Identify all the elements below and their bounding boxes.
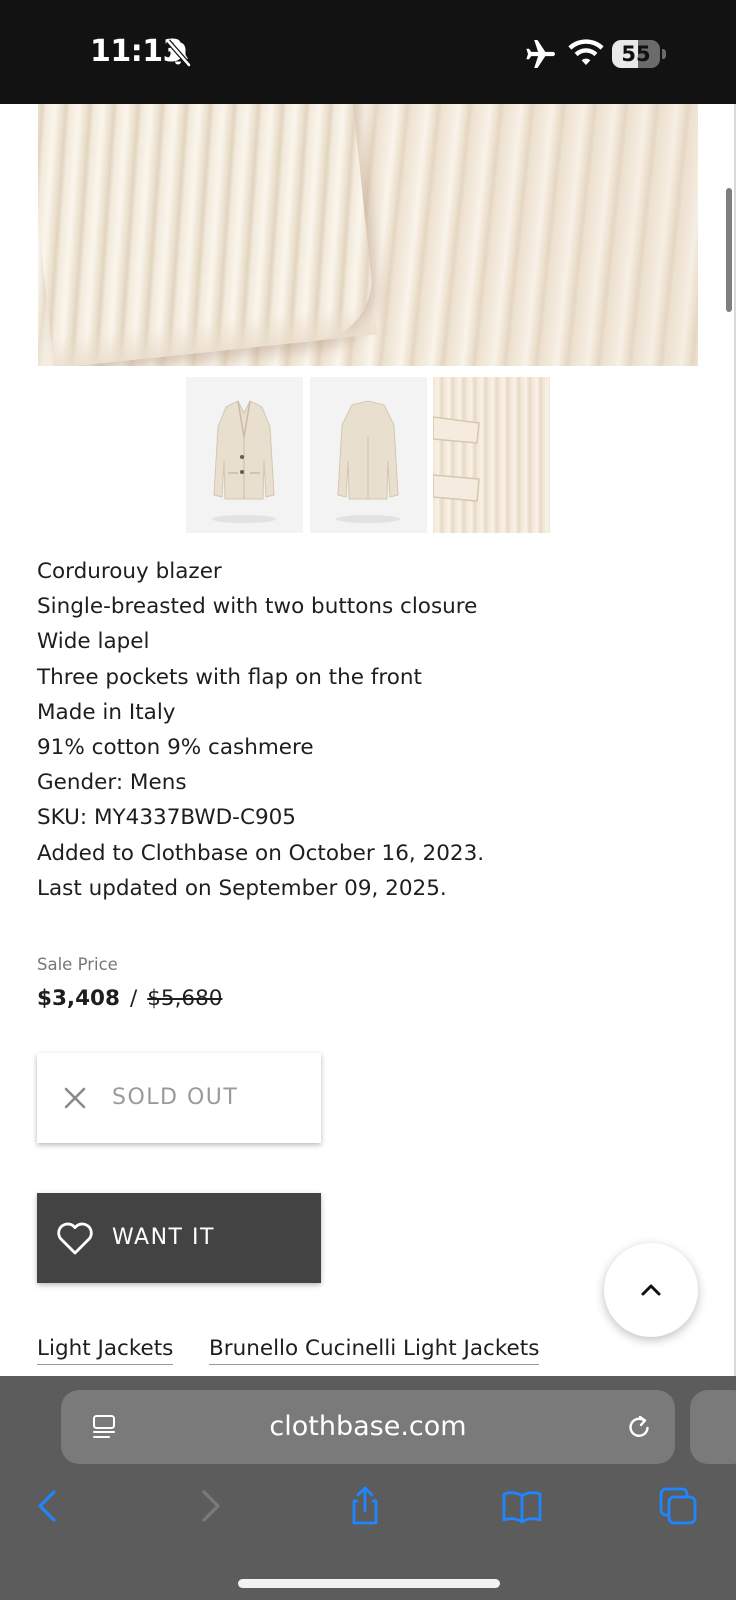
- airplane-icon: [526, 40, 555, 68]
- product-main-image[interactable]: [38, 104, 698, 366]
- share-icon[interactable]: [343, 1484, 387, 1528]
- wifi-icon: [568, 39, 604, 65]
- bell-slash-icon: [166, 39, 191, 67]
- description-line: Gender: Mens: [37, 770, 187, 796]
- battery-icon: 55: [612, 40, 666, 68]
- description-line: Single-breasted with two buttons closure: [37, 594, 478, 620]
- category-link-brand-light-jackets[interactable]: Brunello Cucinelli Light Jackets: [209, 1336, 540, 1365]
- category-link-light-jackets[interactable]: Light Jackets: [37, 1336, 174, 1365]
- sold-out-label: SOLD OUT: [112, 1085, 239, 1110]
- description-line: Wide lapel: [37, 629, 150, 655]
- sale-price: $3,408: [37, 986, 120, 1011]
- url-text: clothbase.com: [269, 1411, 467, 1442]
- screen: 11:13 55 Cordurouy blazer Single-breaste…: [0, 0, 736, 1600]
- sold-out-button[interactable]: SOLD OUT: [37, 1053, 321, 1143]
- back-chevron-icon[interactable]: [26, 1484, 70, 1528]
- original-price: $5,680: [147, 986, 223, 1011]
- thumbnail-back[interactable]: [310, 377, 427, 533]
- description-line: Added to Clothbase on October 16, 2023.: [37, 840, 485, 866]
- page-scrollbar[interactable]: [726, 188, 732, 312]
- price-row: $3,408 / $5,680: [37, 986, 222, 1011]
- reload-icon[interactable]: [623, 1411, 655, 1443]
- address-bar[interactable]: clothbase.com: [61, 1390, 675, 1464]
- price-separator: /: [129, 986, 138, 1011]
- description-line: Three pockets with flap on the front: [37, 664, 422, 690]
- browser-toolbar: clothbase.com: [0, 1376, 736, 1600]
- scroll-to-top-button[interactable]: [604, 1243, 698, 1337]
- forward-chevron-icon[interactable]: [188, 1484, 232, 1528]
- price-label: Sale Price: [37, 955, 118, 974]
- description-line: Last updated on September 09, 2025.: [37, 875, 447, 901]
- thumbnail-front[interactable]: [186, 377, 303, 533]
- heart-icon: [57, 1222, 93, 1255]
- pocket-flap-detail: [38, 104, 378, 366]
- tabs-icon[interactable]: [656, 1484, 700, 1528]
- description-line: Made in Italy: [37, 699, 176, 725]
- description-line: 91% cotton 9% cashmere: [37, 735, 314, 761]
- want-it-button[interactable]: WANT IT: [37, 1193, 321, 1283]
- bookmarks-icon[interactable]: [500, 1484, 544, 1528]
- product-description: Cordurouy blazer Single-breasted with tw…: [37, 554, 697, 906]
- close-icon: [64, 1087, 86, 1109]
- next-tab-preview[interactable]: [690, 1390, 736, 1464]
- home-indicator[interactable]: [238, 1579, 500, 1588]
- chevron-up-icon: [641, 1284, 661, 1296]
- battery-percentage: 55: [621, 42, 651, 66]
- status-bar: 11:13 55: [0, 0, 736, 104]
- thumbnail-pocket-detail[interactable]: [433, 377, 550, 533]
- description-line: Cordurouy blazer: [37, 559, 222, 584]
- want-it-label: WANT IT: [112, 1225, 215, 1250]
- product-thumbnails: [186, 377, 550, 533]
- description-line: SKU: MY4337BWD-C905: [37, 805, 296, 831]
